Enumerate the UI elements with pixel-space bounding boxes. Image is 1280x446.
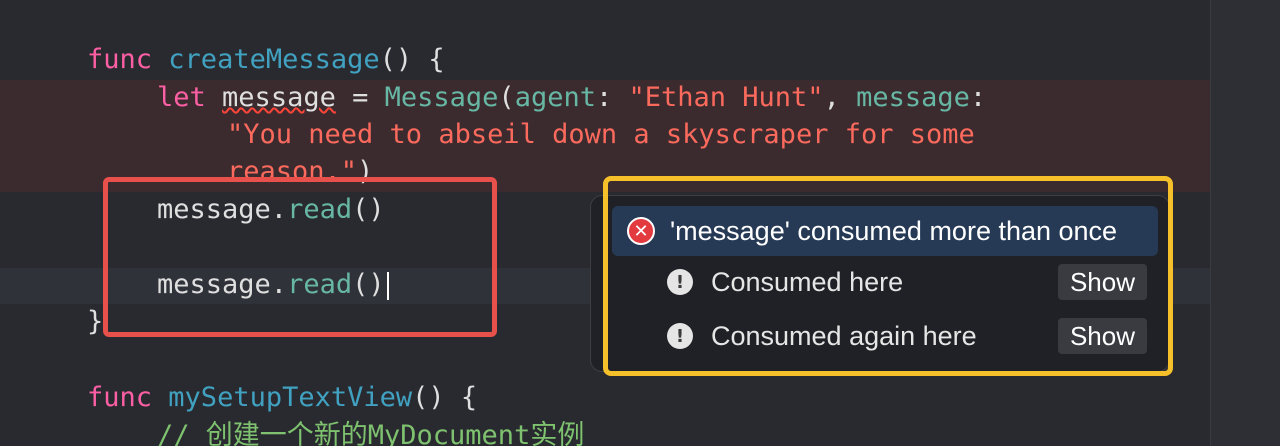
editor-scrollbar[interactable] bbox=[1210, 0, 1280, 446]
punct: : bbox=[595, 82, 629, 113]
code-line-1: func createMessage() { bbox=[87, 42, 445, 78]
comment: // 创建一个新的MyDocument实例 bbox=[157, 420, 585, 446]
code-line-2: let message = Message(agent: "Ethan Hunt… bbox=[157, 80, 986, 116]
punct: () { bbox=[412, 382, 478, 413]
function-name: mySetupTextView bbox=[168, 382, 413, 413]
punct: , bbox=[823, 82, 857, 113]
punct: : bbox=[969, 82, 987, 113]
punct: ( bbox=[498, 82, 515, 113]
error-variable: message bbox=[222, 82, 336, 113]
closing-brace: } bbox=[87, 306, 104, 337]
arg-label: agent bbox=[514, 82, 596, 113]
code-line-8: } bbox=[87, 304, 103, 340]
keyword-let: let bbox=[157, 82, 206, 113]
keyword-func: func bbox=[87, 44, 153, 75]
annotation-box-yellow bbox=[603, 176, 1173, 376]
string-literal: "You need to abseil down a skyscraper fo… bbox=[227, 119, 975, 150]
arg-label: message bbox=[856, 82, 970, 113]
annotation-box-red bbox=[103, 177, 497, 337]
function-name: createMessage bbox=[168, 44, 380, 75]
code-line-11: // 创建一个新的MyDocument实例 bbox=[157, 418, 584, 446]
string-literal: "Ethan Hunt" bbox=[628, 82, 824, 113]
type-name: Message bbox=[384, 82, 499, 113]
keyword-func: func bbox=[87, 382, 153, 413]
code-editor[interactable]: func createMessage() { let message = Mes… bbox=[0, 0, 1280, 446]
punct: = bbox=[335, 82, 385, 113]
code-line-10: func mySetupTextView() { bbox=[87, 380, 477, 416]
punct: () { bbox=[379, 44, 445, 75]
code-line-3: "You need to abseil down a skyscraper fo… bbox=[227, 117, 975, 153]
